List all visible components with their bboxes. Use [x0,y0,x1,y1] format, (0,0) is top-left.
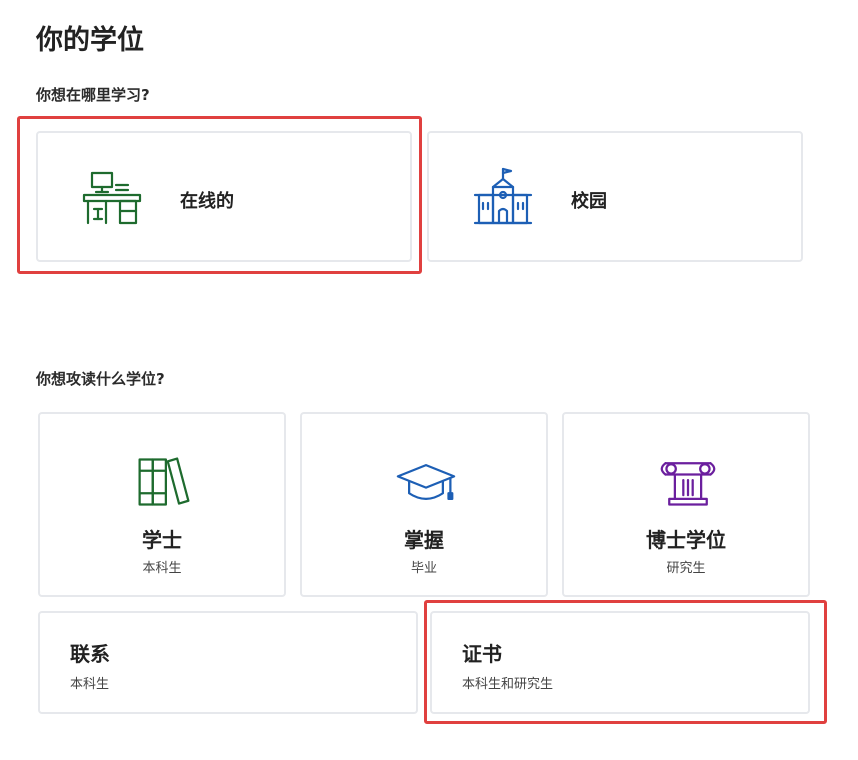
option-associate-title: 联系 [70,642,110,666]
option-bachelor-title: 学士 [142,528,182,552]
option-associate[interactable]: 联系 本科生 [38,611,418,714]
option-online[interactable]: 在线的 [36,131,412,262]
option-master[interactable]: 掌握 毕业 [300,412,548,597]
option-master-subtitle: 毕业 [410,561,437,576]
campus-building-icon [473,167,533,225]
option-campus[interactable]: 校园 [427,131,803,262]
option-bachelor[interactable]: 学士 本科生 [38,412,286,597]
option-bachelor-subtitle: 本科生 [142,561,182,576]
option-campus-label: 校园 [571,191,607,212]
option-certificate-subtitle: 本科生和研究生 [462,677,554,692]
option-online-label: 在线的 [180,191,234,212]
option-associate-subtitle: 本科生 [70,677,110,692]
online-desk-icon [82,171,142,225]
degree-question: 你想攻读什么学位? [36,370,165,388]
option-certificate[interactable]: 证书 本科生和研究生 [430,611,810,714]
option-certificate-title: 证书 [462,642,502,666]
graduation-cap-icon [396,464,456,500]
column-icon [660,462,716,506]
option-master-title: 掌握 [404,528,444,552]
page-title: 你的学位 [36,25,144,56]
location-question: 你想在哪里学习? [36,86,150,104]
option-doctorate-title: 博士学位 [646,528,726,552]
books-icon [138,457,190,506]
option-doctorate-subtitle: 研究生 [666,561,706,576]
option-doctorate[interactable]: 博士学位 研究生 [562,412,810,597]
